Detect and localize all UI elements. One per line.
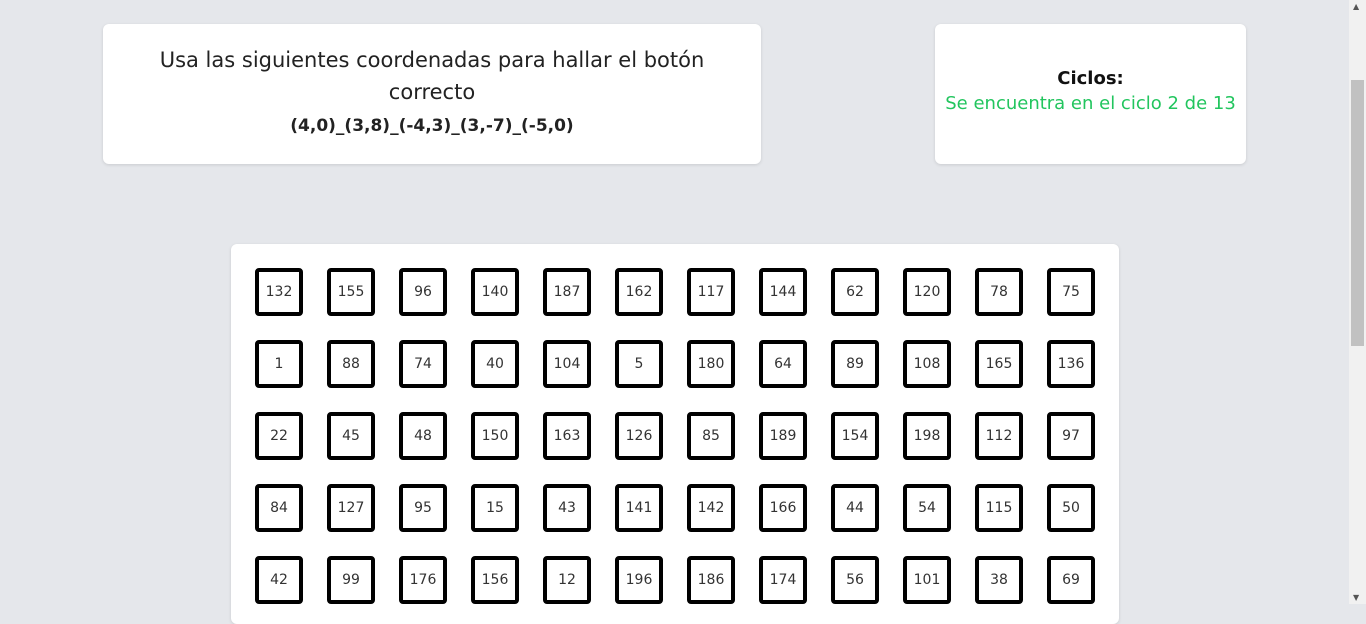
grid-button[interactable]: 38 — [975, 556, 1023, 604]
grid-button[interactable]: 74 — [399, 340, 447, 388]
grid-button[interactable]: 117 — [687, 268, 735, 316]
grid-button[interactable]: 115 — [975, 484, 1023, 532]
grid-button[interactable]: 120 — [903, 268, 951, 316]
grid-button[interactable]: 44 — [831, 484, 879, 532]
grid-button[interactable]: 62 — [831, 268, 879, 316]
grid-button[interactable]: 198 — [903, 412, 951, 460]
grid-button[interactable]: 141 — [615, 484, 663, 532]
grid-button[interactable]: 155 — [327, 268, 375, 316]
vertical-scrollbar[interactable]: ▲ ▼ — [1349, 0, 1366, 604]
grid-button[interactable]: 78 — [975, 268, 1023, 316]
grid-button[interactable]: 104 — [543, 340, 591, 388]
grid-button[interactable]: 132 — [255, 268, 303, 316]
grid-button[interactable]: 40 — [471, 340, 519, 388]
grid-button[interactable]: 174 — [759, 556, 807, 604]
cycles-status: Se encuentra en el ciclo 2 de 13 — [945, 93, 1236, 114]
grid-button[interactable]: 112 — [975, 412, 1023, 460]
grid-button[interactable]: 56 — [831, 556, 879, 604]
grid-button[interactable]: 99 — [327, 556, 375, 604]
grid-button[interactable]: 12 — [543, 556, 591, 604]
grid-button[interactable]: 165 — [975, 340, 1023, 388]
grid-button[interactable]: 5 — [615, 340, 663, 388]
grid-button[interactable]: 50 — [1047, 484, 1095, 532]
coordinates-text: (4,0)_(3,8)_(-4,3)_(3,-7)_(-5,0) — [290, 116, 574, 136]
grid-button[interactable]: 187 — [543, 268, 591, 316]
instructions-card: Usa las siguientes coordenadas para hall… — [103, 24, 761, 164]
grid-button[interactable]: 88 — [327, 340, 375, 388]
grid-button[interactable]: 176 — [399, 556, 447, 604]
grid-button[interactable]: 43 — [543, 484, 591, 532]
grid-button[interactable]: 166 — [759, 484, 807, 532]
grid-button[interactable]: 180 — [687, 340, 735, 388]
cycles-title: Ciclos: — [1057, 68, 1124, 89]
grid-button[interactable]: 95 — [399, 484, 447, 532]
grid-button[interactable]: 136 — [1047, 340, 1095, 388]
scroll-down-arrow-icon[interactable]: ▼ — [1353, 593, 1359, 602]
grid-button[interactable]: 126 — [615, 412, 663, 460]
cycles-card: Ciclos: Se encuentra en el ciclo 2 de 13 — [935, 24, 1246, 164]
grid-button[interactable]: 108 — [903, 340, 951, 388]
grid-button[interactable]: 64 — [759, 340, 807, 388]
instructions-text: Usa las siguientes coordenadas para hall… — [159, 48, 705, 104]
grid-button[interactable]: 97 — [1047, 412, 1095, 460]
grid-button[interactable]: 22 — [255, 412, 303, 460]
grid-button[interactable]: 42 — [255, 556, 303, 604]
grid-button[interactable]: 144 — [759, 268, 807, 316]
grid-button[interactable]: 140 — [471, 268, 519, 316]
grid-button[interactable]: 85 — [687, 412, 735, 460]
grid-button[interactable]: 54 — [903, 484, 951, 532]
scrollbar-thumb[interactable] — [1351, 80, 1364, 346]
grid-button[interactable]: 127 — [327, 484, 375, 532]
grid-button[interactable]: 45 — [327, 412, 375, 460]
grid-button[interactable]: 48 — [399, 412, 447, 460]
grid-button[interactable]: 189 — [759, 412, 807, 460]
scroll-up-arrow-icon[interactable]: ▲ — [1353, 2, 1359, 11]
button-grid: 132 155 96 140 187 162 117 144 62 120 78 75 1 88 74 40 1… — [231, 244, 1119, 624]
grid-button[interactable]: 142 — [687, 484, 735, 532]
grid-button[interactable]: 186 — [687, 556, 735, 604]
grid-button[interactable]: 162 — [615, 268, 663, 316]
grid-button[interactable]: 163 — [543, 412, 591, 460]
grid-button[interactable]: 15 — [471, 484, 519, 532]
grid-button[interactable]: 156 — [471, 556, 519, 604]
grid-button[interactable]: 75 — [1047, 268, 1095, 316]
grid-button[interactable]: 96 — [399, 268, 447, 316]
grid-button[interactable]: 84 — [255, 484, 303, 532]
grid-button[interactable]: 101 — [903, 556, 951, 604]
grid-button[interactable]: 89 — [831, 340, 879, 388]
grid-button[interactable]: 196 — [615, 556, 663, 604]
grid-button[interactable]: 1 — [255, 340, 303, 388]
grid-button[interactable]: 154 — [831, 412, 879, 460]
grid-button[interactable]: 69 — [1047, 556, 1095, 604]
grid-button[interactable]: 150 — [471, 412, 519, 460]
